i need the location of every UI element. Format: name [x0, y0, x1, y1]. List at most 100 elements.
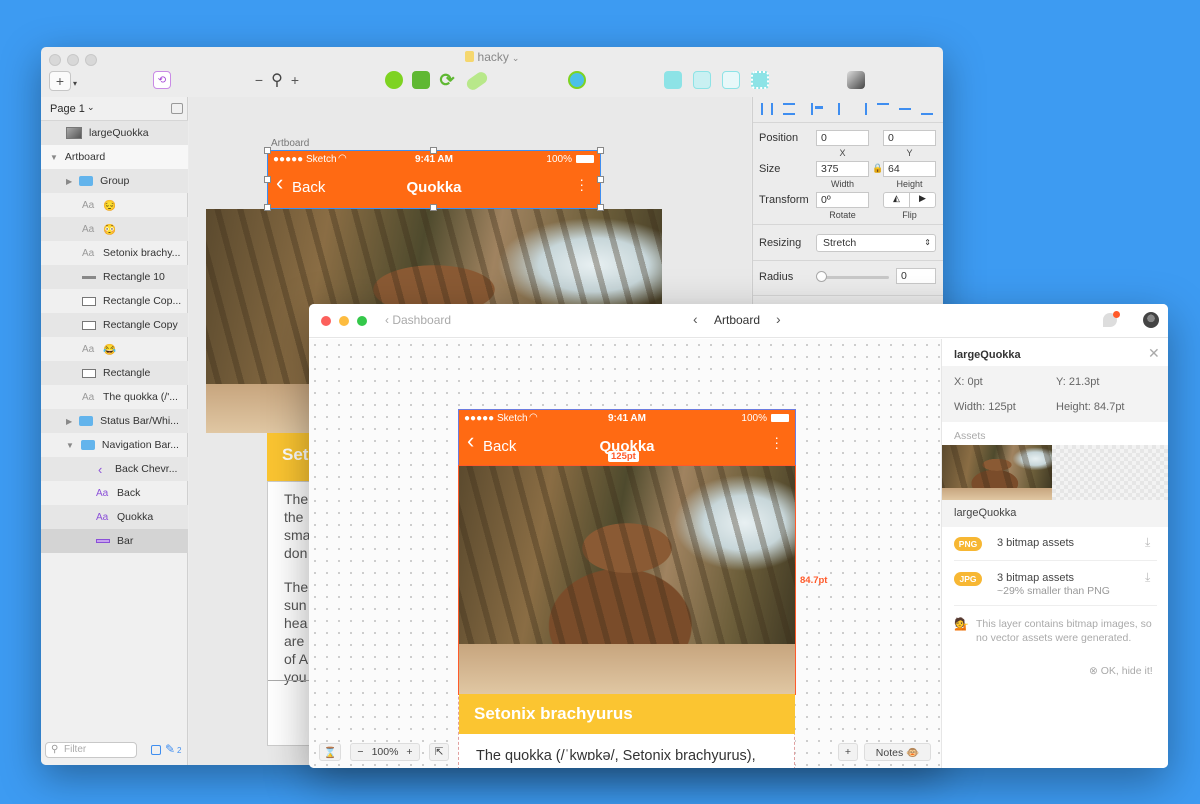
layer-row-text[interactable]: Aa The quokka (/'... [41, 385, 188, 409]
zoom-window-button[interactable] [357, 316, 367, 326]
layer-row-group[interactable]: ▶ Group [41, 169, 188, 193]
title-banner[interactable]: Setonix brachyurus [459, 694, 795, 734]
resize-handle[interactable] [430, 147, 437, 154]
notes-button[interactable]: Notes 🐵 [864, 743, 931, 761]
resize-handle[interactable] [264, 176, 271, 183]
resize-handle[interactable] [264, 204, 271, 211]
disclosure-open-icon[interactable]: ▼ [66, 441, 74, 450]
magnifier-icon[interactable]: ⚲ [266, 70, 288, 90]
mask-icon[interactable] [568, 71, 586, 89]
radius-slider-track[interactable] [817, 276, 889, 279]
asset-card[interactable]: largeQuokka [942, 445, 1168, 527]
dashboard-link[interactable]: ‹ Dashboard [385, 313, 451, 327]
artboard-label[interactable]: Artboard [271, 138, 309, 149]
navigation-bar[interactable]: ●●●●● Sketch ◠ 9:41 AM 100% ‹ Back Quokk… [267, 150, 601, 209]
layer-row-text[interactable]: Aa 😔 [41, 193, 188, 217]
close-icon[interactable]: ✕ [1148, 345, 1160, 362]
layer-row-rectangle[interactable]: Rectangle Cop... [41, 289, 188, 313]
layer-row-text[interactable]: Aa Setonix brachy... [41, 241, 188, 265]
quokka-photo-selected[interactable] [458, 465, 796, 695]
layer-row-rectangle[interactable]: Rectangle Copy [41, 313, 188, 337]
layer-row-artboard[interactable]: ▼ Artboard [41, 145, 188, 169]
disclosure-closed-icon[interactable]: ▶ [66, 417, 72, 426]
union-icon[interactable] [664, 71, 682, 89]
layer-row-text[interactable]: Aa 😳 [41, 217, 188, 241]
flip-vertical-icon[interactable]: ▶ [910, 193, 935, 207]
artboard-preview[interactable]: ●●●●● Sketch ◠ 9:41 AM 100% ‹ Back Quokk… [458, 409, 827, 768]
zoom-in-button[interactable]: + [289, 72, 301, 88]
add-note-button[interactable]: + [838, 743, 858, 761]
distribute-horizontal-icon[interactable] [761, 103, 773, 115]
lock-icon[interactable]: 🔒 [872, 163, 883, 174]
layer-row-rectangle[interactable]: Rectangle [41, 361, 188, 385]
avatar[interactable] [1143, 312, 1159, 328]
height-input[interactable]: 64 [883, 161, 936, 177]
resizing-select[interactable]: Stretch ⇕ [816, 234, 936, 252]
page-selector[interactable]: Page 1 ⌄ [41, 97, 188, 121]
layer-row-largequokka[interactable]: largeQuokka [41, 121, 188, 145]
collapse-pages-icon[interactable] [171, 103, 183, 114]
download-icon[interactable]: ⤓ [1145, 535, 1150, 550]
edit-icon[interactable] [385, 71, 403, 89]
insert-dropdown-icon[interactable]: ▾ [71, 79, 79, 88]
subtract-icon[interactable] [693, 71, 711, 89]
radius-input[interactable]: 0 [896, 268, 936, 284]
resize-handle[interactable] [597, 147, 604, 154]
png-assets-label[interactable]: 3 bitmap assets [997, 537, 1074, 549]
resize-handle[interactable] [597, 176, 604, 183]
distribute-vertical-icon[interactable] [783, 103, 795, 115]
layer-row-back[interactable]: Aa Back [41, 481, 188, 505]
next-artboard-button[interactable]: › [776, 311, 781, 327]
view-icon[interactable] [847, 71, 865, 89]
symbol-icon[interactable]: ⟲ [153, 71, 171, 89]
position-x-input[interactable]: 0 [816, 130, 869, 146]
previous-artboard-button[interactable]: ‹ [693, 311, 698, 327]
layer-row-rectangle[interactable]: Rectangle 10 [41, 265, 188, 289]
pencil-icon[interactable]: ✎ [165, 742, 175, 756]
width-input[interactable]: 375 [816, 161, 869, 177]
layer-row-bar[interactable]: Bar [41, 529, 188, 553]
insert-button[interactable]: + [49, 71, 71, 91]
jpg-assets-label[interactable]: 3 bitmap assets [997, 572, 1074, 584]
filter-input[interactable]: ⚲ Filter [45, 742, 137, 758]
align-middle-icon[interactable] [899, 103, 911, 115]
zoom-out-button[interactable]: − [357, 746, 363, 758]
hide-info-link[interactable]: ⊗ OK, hide it! [1089, 665, 1153, 677]
more-icon[interactable]: · · · [774, 430, 779, 454]
resize-handle[interactable] [430, 204, 437, 211]
transform-icon[interactable] [412, 71, 430, 89]
fit-screen-icon[interactable]: ⇱ [429, 743, 449, 761]
difference-icon[interactable] [751, 71, 769, 89]
layer-row-navigation-bar[interactable]: ▼ Navigation Bar... [41, 433, 188, 457]
disclosure-closed-icon[interactable]: ▶ [66, 177, 72, 186]
align-bottom-icon[interactable] [921, 103, 933, 115]
layer-row-text[interactable]: Aa 😂 [41, 337, 188, 361]
layer-row-status-bar[interactable]: ▶ Status Bar/Whi... [41, 409, 188, 433]
align-center-icon[interactable] [833, 103, 845, 115]
zoom-in-button[interactable]: + [406, 746, 412, 758]
radius-slider-thumb[interactable] [816, 271, 827, 282]
layer-row-quokka[interactable]: Aa Quokka [41, 505, 188, 529]
flatten-icon[interactable] [464, 69, 490, 93]
rotate-input[interactable]: 0º [816, 192, 869, 208]
rotate-icon[interactable]: ⟳ [438, 70, 456, 90]
disclosure-open-icon[interactable]: ▼ [50, 153, 58, 162]
align-top-icon[interactable] [877, 103, 889, 115]
close-window-button[interactable] [321, 316, 331, 326]
align-left-icon[interactable] [811, 103, 823, 115]
more-icon[interactable]: · · · [579, 172, 584, 196]
copy-icon[interactable] [151, 745, 161, 755]
layer-row-back-chevron[interactable]: ‹ Back Chevr... [41, 457, 188, 481]
align-right-icon[interactable] [855, 103, 867, 115]
intersect-icon[interactable] [722, 71, 740, 89]
resize-handle[interactable] [264, 147, 271, 154]
preview-canvas[interactable]: ●●●●● Sketch ◠ 9:41 AM 100% ‹ Back Quokk… [309, 339, 941, 768]
position-y-input[interactable]: 0 [883, 130, 936, 146]
download-icon[interactable]: ⤓ [1145, 570, 1150, 585]
hourglass-icon[interactable]: ⌛ [319, 743, 341, 761]
zoom-out-button[interactable]: − [253, 72, 265, 88]
resize-handle[interactable] [597, 204, 604, 211]
document-title[interactable]: hacky ⌄ [41, 50, 943, 64]
minimize-window-button[interactable] [339, 316, 349, 326]
flip-horizontal-icon[interactable]: ◭ [884, 193, 910, 207]
